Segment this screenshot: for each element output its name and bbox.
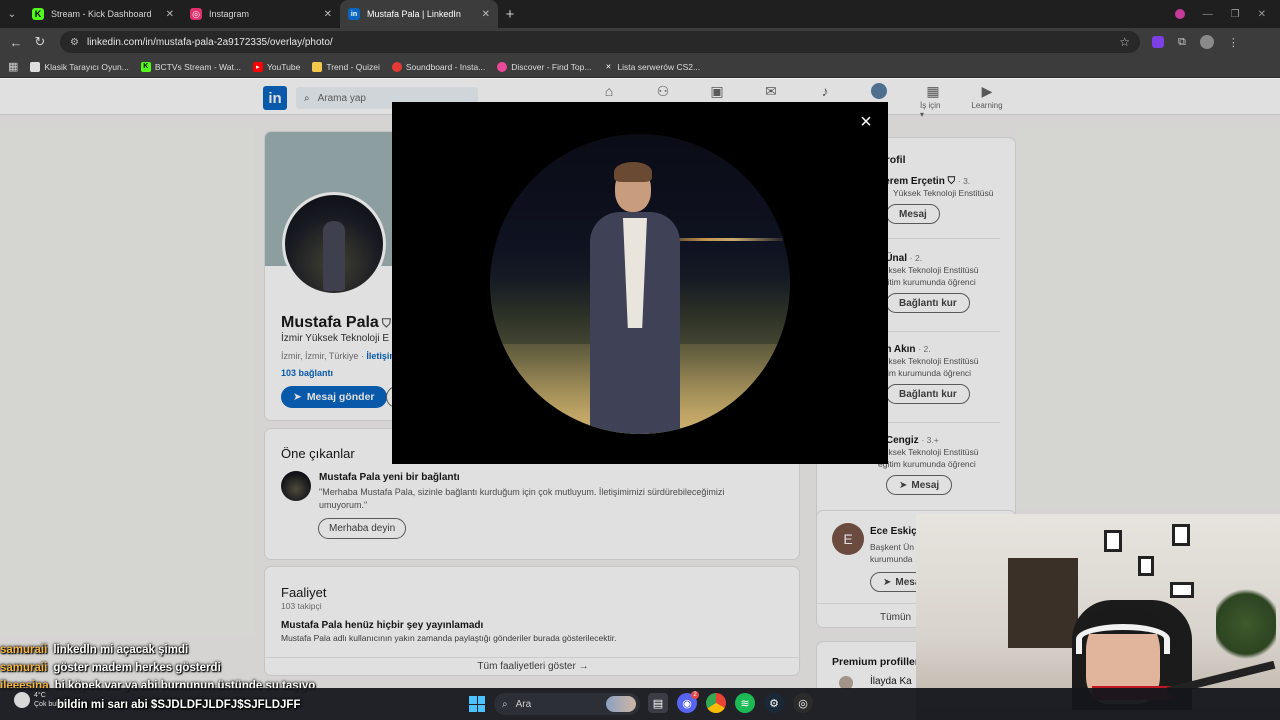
close-tab-icon[interactable]: ✕ [482, 9, 490, 20]
obs-icon[interactable]: ◎ [793, 693, 813, 713]
bookmark-item[interactable]: Soundboard - Insta... [391, 61, 486, 72]
bookmark-star-icon[interactable]: ☆ [1119, 35, 1130, 49]
new-tab-button[interactable]: + [498, 6, 522, 23]
url-text: linkedin.com/in/mustafa-pala-2a9172335/o… [86, 36, 333, 48]
tab-title: Instagram [209, 9, 250, 19]
profile-photo [490, 134, 790, 434]
tab-title: Stream - Kick Dashboard [51, 9, 152, 19]
bookmark-favicon-icon [497, 61, 508, 72]
bookmark-item[interactable]: Trend - Quizei [312, 61, 380, 72]
tab-title: Mustafa Pala | LinkedIn [367, 9, 461, 19]
profile-icon[interactable] [1174, 9, 1185, 19]
cloud-icon [14, 692, 30, 708]
chat-message: samuraii göster madem herkes gösterdi [0, 659, 420, 677]
chat-username: samuraii [0, 662, 48, 674]
tab-instagram[interactable]: ◎ Instagram ✕ [182, 0, 340, 28]
bookmark-label: BCTVs Stream - Wat... [154, 61, 241, 72]
bookmark-favicon-icon: ✕ [605, 63, 612, 71]
bookmark-item[interactable]: Discover - Find Top... [497, 61, 592, 72]
window-controls: — ❐ ✕ [1174, 0, 1280, 28]
spotify-icon[interactable]: ≋ [735, 693, 755, 713]
taskbar-search-label: Ara [515, 698, 532, 710]
steam-icon[interactable]: ⚙ [764, 693, 784, 713]
windows-start-icon[interactable] [469, 696, 485, 712]
chat-username: samuraii [0, 644, 48, 656]
bookmark-item[interactable]: Klasik Tarayıcı Oyun... [30, 61, 129, 72]
bookmark-item[interactable]: K BCTVs Stream - Wat... [140, 61, 241, 72]
chat-text: linkedln mi açacak şimdi [53, 644, 189, 656]
close-tab-icon[interactable]: ✕ [166, 9, 174, 20]
linkedin-icon: in [348, 8, 360, 20]
maximize-icon[interactable]: ❐ [1231, 9, 1240, 20]
bookmarks-bar: ▦ Klasik Tarayıcı Oyun... K BCTVs Stream … [0, 56, 1280, 78]
taskbar-apps: ▤ ◉ 2 ≋ ⚙ ◎ [648, 691, 813, 713]
discord-icon[interactable]: ◉ 2 [677, 691, 699, 713]
chat-message: bildin mi sarı abi $SJDLDFJLDFJ$SJFLDJFF [51, 696, 300, 714]
bookmark-favicon-icon [30, 61, 41, 72]
address-bar-row: ← → ↻ ⚙ linkedin.com/in/mustafa-pala-2a9… [0, 28, 1280, 716]
bookmark-label: Discover - Find Top... [511, 61, 592, 72]
extensions-puzzle-icon[interactable]: ⧉ [1178, 36, 1186, 49]
kick-icon: K [32, 8, 44, 20]
close-window-icon[interactable]: ✕ [1258, 9, 1266, 20]
notification-badge: 2 [691, 691, 699, 699]
bookmark-favicon-icon [312, 61, 323, 72]
tab-linkedin[interactable]: in Mustafa Pala | LinkedIn ✕ [340, 0, 498, 28]
file-explorer-icon[interactable]: ▤ [648, 693, 668, 713]
browser-tab-bar: ⌄ K Stream - Kick Dashboard ✕ ◎ Instagra… [0, 0, 1280, 28]
url-field[interactable]: ⚙ linkedin.com/in/mustafa-pala-2a9172335… [60, 31, 1140, 53]
back-icon[interactable]: ← [4, 35, 28, 50]
apps-grid-icon[interactable]: ▦ [8, 60, 18, 73]
kick-icon: K [140, 61, 151, 72]
bookmark-label: Lista serwerów CS2... [617, 61, 701, 72]
extension-icon[interactable] [1152, 36, 1164, 48]
bookmark-item[interactable]: ▸ YouTube [252, 61, 301, 72]
youtube-icon: ▸ [252, 61, 263, 72]
bookmark-label: Soundboard - Insta... [405, 61, 486, 72]
bookmark-label: Klasik Tarayıcı Oyun... [44, 61, 129, 72]
instagram-icon: ◎ [190, 8, 202, 20]
tab-kick-dashboard[interactable]: K Stream - Kick Dashboard ✕ [24, 0, 182, 28]
tab-search-button[interactable]: ⌄ [0, 0, 24, 28]
close-tab-icon[interactable]: ✕ [324, 9, 332, 20]
search-highlight-image [606, 696, 636, 712]
bookmark-favicon-icon [391, 61, 402, 72]
chat-message: samuraii linkedln mi açacak şimdi [0, 641, 420, 659]
reload-icon[interactable]: ↻ [28, 34, 52, 50]
toolbar-extensions: ⧉ ⋮ [1152, 35, 1239, 49]
bookmark-label: Trend - Quizei [326, 61, 380, 72]
chat-text: bildin mi sarı abi $SJDLDFJLDFJ$SJFLDJFF [57, 699, 301, 711]
windows-taskbar: 4°C Çok bulutlu bildin mi sarı abi $SJDLD… [0, 688, 1280, 720]
search-icon: ⌕ [502, 698, 508, 710]
bookmark-label: YouTube [266, 61, 301, 72]
temperature: 4°C [34, 692, 46, 699]
account-avatar-icon[interactable] [1199, 35, 1214, 49]
taskbar-search[interactable]: ⌕ Ara [494, 693, 640, 715]
menu-kebab-icon[interactable]: ⋮ [1228, 36, 1239, 49]
chrome-icon[interactable] [706, 693, 726, 713]
close-icon[interactable]: × [856, 112, 876, 132]
profile-photo-modal: × [392, 102, 888, 464]
stream-chat-overlay: samuraii linkedln mi açacak şimdi samurai… [0, 641, 420, 695]
chat-text: göster madem herkes gösterdi [53, 662, 221, 674]
minimize-icon[interactable]: — [1203, 9, 1213, 20]
bookmark-item[interactable]: ✕ Lista serwerów CS2... [603, 61, 701, 72]
site-info-icon[interactable]: ⚙ [70, 37, 79, 48]
